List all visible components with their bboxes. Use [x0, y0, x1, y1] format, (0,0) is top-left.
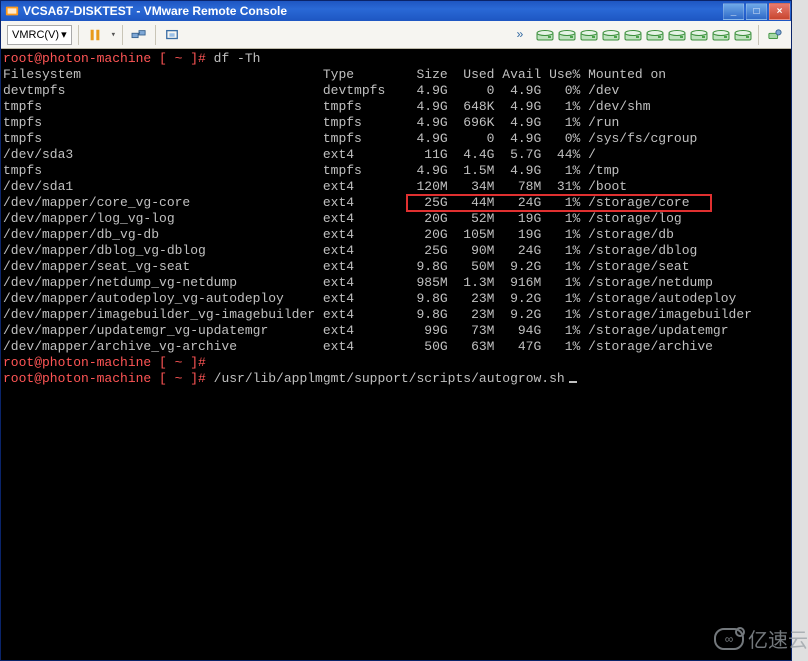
devices-overflow-button[interactable] — [765, 25, 785, 45]
drive-icon[interactable] — [712, 28, 730, 42]
df-row: /dev/mapper/dblog_vg-dblog ext4 25G 90M … — [3, 243, 791, 259]
df-row: /dev/mapper/log_vg-log ext4 20G 52M 19G … — [3, 211, 791, 227]
watermark-text: 亿速云 — [748, 624, 808, 653]
chevrons-right-icon: » — [516, 28, 523, 42]
drive-icon[interactable] — [580, 28, 598, 42]
pause-icon — [88, 28, 102, 42]
toolbar-separator — [122, 25, 123, 45]
close-button[interactable]: × — [769, 3, 790, 20]
toolbar-separator — [78, 25, 79, 45]
vmrc-menu[interactable]: VMRC(V) ▾ — [7, 25, 72, 45]
cloud-icon: ∞ — [714, 628, 744, 650]
toolbar-separator — [758, 25, 759, 45]
df-row: /dev/mapper/imagebuilder_vg-imagebuilder… — [3, 307, 791, 323]
df-row: /dev/mapper/db_vg-db ext4 20G 105M 19G 1… — [3, 227, 791, 243]
df-row: /dev/sda1 ext4 120M 34M 78M 31% /boot — [3, 179, 791, 195]
vmrc-menu-label: VMRC(V) — [12, 29, 59, 41]
fullscreen-button[interactable] — [162, 25, 182, 45]
fullscreen-icon — [165, 28, 179, 42]
df-row: /dev/mapper/netdump_vg-netdump ext4 985M… — [3, 275, 791, 291]
df-row: devtmpfs devtmpfs 4.9G 0 4.9G 0% /dev — [3, 83, 791, 99]
chevron-down-icon: ▾ — [61, 28, 67, 41]
prompt-line: root@photon-machine [ ~ ]# df -Th — [3, 51, 791, 67]
cursor — [569, 381, 577, 383]
drive-icon[interactable] — [668, 28, 686, 42]
toolbar-separator — [155, 25, 156, 45]
df-row: tmpfs tmpfs 4.9G 648K 4.9G 1% /dev/shm — [3, 99, 791, 115]
chevron-down-icon[interactable]: ▾ — [111, 30, 116, 40]
send-cad-button[interactable] — [129, 25, 149, 45]
df-row: /dev/sda3 ext4 11G 4.4G 5.7G 44% / — [3, 147, 791, 163]
app-icon — [5, 4, 19, 18]
remote-console-window: VCSA67-DISKTEST - VMware Remote Console … — [0, 0, 792, 661]
drive-icon[interactable] — [690, 28, 708, 42]
window-title: VCSA67-DISKTEST - VMware Remote Console — [23, 4, 287, 18]
drive-icon[interactable] — [536, 28, 554, 42]
df-row: /dev/mapper/seat_vg-seat ext4 9.8G 50M 9… — [3, 259, 791, 275]
terminal[interactable]: root@photon-machine [ ~ ]# df -ThFilesys… — [1, 49, 791, 660]
titlebar[interactable]: VCSA67-DISKTEST - VMware Remote Console … — [1, 1, 791, 21]
drive-icons-group — [536, 28, 752, 42]
pause-button[interactable] — [85, 25, 105, 45]
drive-icon[interactable] — [602, 28, 620, 42]
drive-icon[interactable] — [646, 28, 664, 42]
expand-devices-button[interactable]: » — [510, 25, 530, 45]
df-row: /dev/mapper/archive_vg-archive ext4 50G … — [3, 339, 791, 355]
df-row: /dev/mapper/updatemgr_vg-updatemgr ext4 … — [3, 323, 791, 339]
df-row: tmpfs tmpfs 4.9G 1.5M 4.9G 1% /tmp — [3, 163, 791, 179]
drive-icon[interactable] — [734, 28, 752, 42]
df-row: tmpfs tmpfs 4.9G 0 4.9G 0% /sys/fs/cgrou… — [3, 131, 791, 147]
prompt-line: root@photon-machine [ ~ ]# /usr/lib/appl… — [3, 371, 791, 387]
devices-icon — [767, 28, 783, 42]
df-row: tmpfs tmpfs 4.9G 696K 4.9G 1% /run — [3, 115, 791, 131]
df-row: /dev/mapper/core_vg-core ext4 25G 44M 24… — [3, 195, 791, 211]
df-row: /dev/mapper/autodeploy_vg-autodeploy ext… — [3, 291, 791, 307]
toolbar: VMRC(V) ▾ ▾ » — [1, 21, 791, 49]
watermark: ∞ 亿速云 — [714, 624, 808, 653]
prompt-line: root@photon-machine [ ~ ]# — [3, 355, 791, 371]
drive-icon[interactable] — [558, 28, 576, 42]
maximize-button[interactable]: □ — [746, 3, 767, 20]
minimize-button[interactable]: _ — [723, 3, 744, 20]
drive-icon[interactable] — [624, 28, 642, 42]
df-header: Filesystem Type Size Used Avail Use% Mou… — [3, 67, 791, 83]
send-cad-icon — [131, 28, 147, 42]
